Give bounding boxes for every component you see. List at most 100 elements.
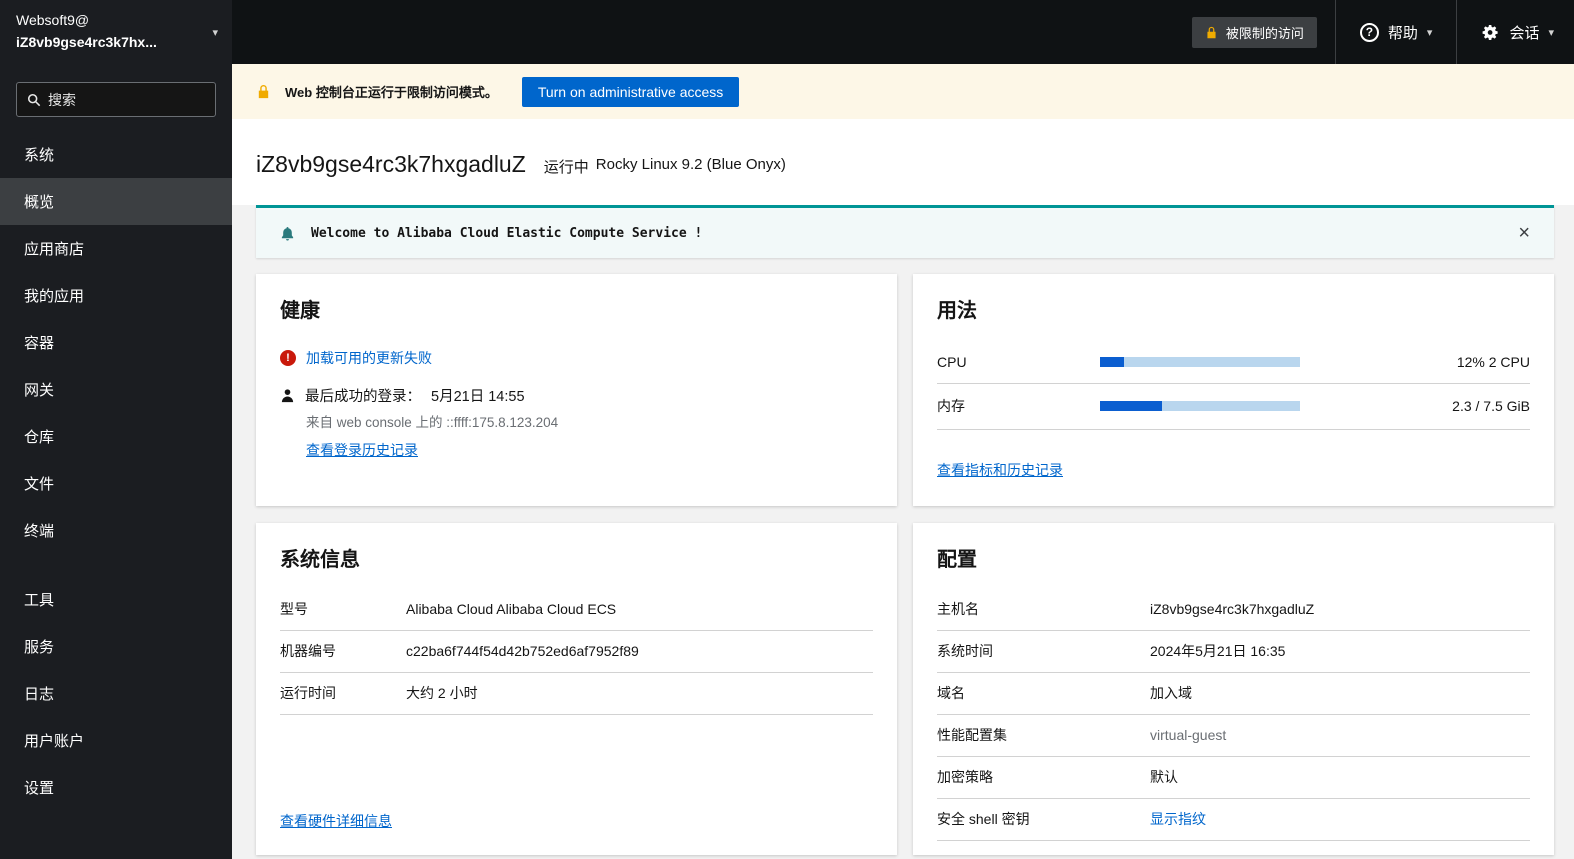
memory-progress-bar	[1100, 401, 1300, 411]
overview-content: Welcome to Alibaba Cloud Elastic Compute…	[232, 205, 1574, 859]
row-label: 机器编号	[280, 643, 336, 659]
row-label: 系统时间	[937, 643, 993, 659]
row-label: 型号	[280, 601, 308, 617]
cpu-usage-row: CPU 12% 2 CPU	[937, 342, 1530, 384]
cpu-label: CPU	[937, 354, 967, 370]
login-source: 来自 web console 上的 ::ffff:175.8.123.204	[306, 415, 559, 430]
help-menu[interactable]: ? 帮助 ▾	[1334, 0, 1457, 64]
login-history-link[interactable]: 查看登录历史记录	[306, 442, 418, 458]
join-domain-button[interactable]: 加入域	[1150, 683, 1192, 703]
restricted-mode-message: Web 控制台正运行于限制访问模式。	[285, 85, 498, 100]
sidebar-item-services[interactable]: 服务	[0, 623, 232, 670]
sidebar-item-files[interactable]: 文件	[0, 460, 232, 507]
row-label: 主机名	[937, 601, 979, 617]
crypto-policy-row: 加密策略 默认	[937, 757, 1530, 799]
search-box	[16, 82, 216, 117]
sidebar-item-accounts[interactable]: 用户账户	[0, 717, 232, 764]
restricted-access-button[interactable]: 被限制的访问	[1191, 16, 1317, 48]
sidebar-item-app-store[interactable]: 应用商店	[0, 225, 232, 272]
row-value: 大约 2 小时	[406, 685, 478, 701]
sidebar-item-label: 网关	[24, 382, 55, 399]
app-window: Websoft9@ iZ8vb9gse4rc3k7hx... ▾ 被限制的访问 …	[0, 0, 1574, 859]
crypto-policy-value[interactable]: 默认	[1150, 767, 1178, 787]
host-status: 运行中 Rocky Linux 9.2 (Blue Onyx)	[544, 156, 786, 177]
memory-label: 内存	[937, 398, 965, 414]
hardware-details-link[interactable]: 查看硬件详细信息	[280, 813, 392, 829]
health-card: 健康 ! 加载可用的更新失败 最后成功的登录： 5月21日 14:55 来自 w…	[256, 274, 897, 506]
machine-id-row: 机器编号 c22ba6f744f54d42b752ed6af7952f89	[280, 631, 873, 673]
restricted-access-label: 被限制的访问	[1225, 25, 1304, 41]
sidebar-item-logs[interactable]: 日志	[0, 670, 232, 717]
row-value: c22ba6f744f54d42b752ed6af7952f89	[406, 643, 639, 659]
sidebar-item-system[interactable]: 系统	[0, 131, 232, 178]
sidebar-item-tools[interactable]: 工具	[0, 576, 232, 623]
motd-alert: Welcome to Alibaba Cloud Elastic Compute…	[256, 205, 1554, 258]
row-label: 性能配置集	[937, 727, 1007, 743]
model-row: 型号 Alibaba Cloud Alibaba Cloud ECS	[280, 589, 873, 631]
chevron-down-icon: ▾	[212, 26, 218, 39]
metrics-history-link[interactable]: 查看指标和历史记录	[937, 462, 1063, 478]
system-time-value: 2024年5月21日 16:35	[1150, 643, 1286, 659]
hostname-value: iZ8vb9gse4rc3k7hxgadluZ	[1150, 601, 1315, 617]
hostname-row: 主机名 iZ8vb9gse4rc3k7hxgadluZ	[937, 589, 1530, 631]
search-input[interactable]	[48, 91, 205, 108]
system-info-rows: 型号 Alibaba Cloud Alibaba Cloud ECS 机器编号 …	[280, 589, 873, 715]
turn-on-admin-access-button[interactable]: Turn on administrative access	[521, 76, 740, 107]
row-label: 域名	[937, 685, 965, 701]
lock-icon	[256, 84, 271, 99]
sidebar-item-gateway[interactable]: 网关	[0, 366, 232, 413]
host-state: 运行中	[543, 159, 589, 176]
usage-card: 用法 CPU 12% 2 CPU 内存 2.3 / 7.5 GiB 查看指标和历…	[913, 274, 1554, 506]
masthead: 被限制的访问 ? 帮助 ▾ 会话 ▾	[232, 0, 1574, 64]
sidebar-item-label: 容器	[24, 335, 55, 352]
cpu-progress-bar	[1100, 357, 1300, 367]
lock-icon	[1205, 26, 1218, 39]
motd-message: Welcome to Alibaba Cloud Elastic Compute…	[311, 225, 703, 241]
brand-text: Websoft9@ iZ8vb9gse4rc3k7hx...	[16, 10, 157, 53]
domain-row: 域名 加入域	[937, 673, 1530, 715]
performance-profile-value[interactable]: virtual-guest	[1150, 727, 1226, 743]
sidebar-item-overview[interactable]: 概览	[0, 178, 232, 225]
sidebar-item-my-apps[interactable]: 我的应用	[0, 272, 232, 319]
sidebar-item-label: 终端	[24, 523, 55, 540]
sidebar-item-label: 仓库	[24, 429, 55, 446]
host-switcher[interactable]: Websoft9@ iZ8vb9gse4rc3k7hx... ▾	[0, 0, 232, 64]
system-info-card-title: 系统信息	[280, 549, 360, 571]
ssh-keys-row: 安全 shell 密钥 显示指纹	[937, 799, 1530, 841]
show-fingerprints-link[interactable]: 显示指纹	[1150, 809, 1206, 829]
usage-rows: CPU 12% 2 CPU 内存 2.3 / 7.5 GiB	[937, 342, 1530, 430]
close-icon[interactable]: ×	[1512, 223, 1536, 243]
sidebar-item-label: 我的应用	[24, 288, 85, 305]
uptime-row: 运行时间 大约 2 小时	[280, 673, 873, 715]
sidebar-item-terminal[interactable]: 终端	[0, 507, 232, 554]
last-login-time: 5月21日 14:55	[431, 389, 525, 405]
sidebar: 系统 概览 应用商店 我的应用 容器 网关 仓库 文件 终端 工具 服务 日志 …	[0, 64, 232, 859]
error-icon: !	[280, 350, 296, 366]
cards-grid: 健康 ! 加载可用的更新失败 最后成功的登录： 5月21日 14:55 来自 w…	[256, 274, 1554, 855]
updates-error-row: ! 加载可用的更新失败	[280, 348, 873, 368]
sidebar-item-label: 日志	[24, 686, 55, 703]
memory-value: 2.3 / 7.5 GiB	[1452, 398, 1530, 414]
row-label: 安全 shell 密钥	[937, 811, 1030, 827]
chevron-down-icon: ▾	[1426, 26, 1433, 39]
sidebar-item-repository[interactable]: 仓库	[0, 413, 232, 460]
sidebar-item-label: 概览	[24, 194, 55, 211]
page-header: iZ8vb9gse4rc3k7hxgadluZ 运行中 Rocky Linux …	[232, 119, 1574, 205]
restricted-mode-banner: Web 控制台正运行于限制访问模式。 Turn on administrativ…	[232, 64, 1574, 119]
sidebar-item-containers[interactable]: 容器	[0, 319, 232, 366]
sidebar-item-label: 文件	[24, 476, 55, 493]
row-value: Alibaba Cloud Alibaba Cloud ECS	[406, 601, 617, 617]
last-login-row: 最后成功的登录： 5月21日 14:55	[280, 385, 873, 406]
configuration-card-title: 配置	[937, 549, 977, 571]
sidebar-item-label: 用户账户	[24, 733, 85, 750]
health-body: ! 加载可用的更新失败 最后成功的登录： 5月21日 14:55 来自 web …	[280, 348, 873, 460]
sidebar-item-settings[interactable]: 设置	[0, 764, 232, 811]
updates-error-link[interactable]: 加载可用的更新失败	[306, 348, 432, 368]
session-menu[interactable]: 会话 ▾	[1456, 0, 1574, 64]
search-icon	[27, 93, 41, 107]
row-label: 加密策略	[937, 769, 993, 785]
help-icon: ?	[1359, 22, 1379, 42]
system-time-row: 系统时间 2024年5月21日 16:35	[937, 631, 1530, 673]
sidebar-item-label: 应用商店	[24, 241, 85, 258]
cpu-value: 12% 2 CPU	[1456, 354, 1530, 370]
